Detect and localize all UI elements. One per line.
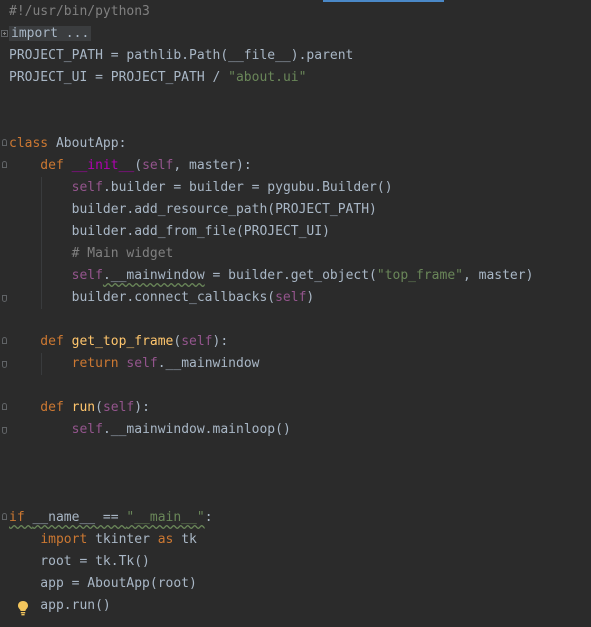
code-line[interactable]: import ... bbox=[9, 23, 92, 45]
code-token: import ... bbox=[9, 26, 92, 41]
code-token: get_top_frame bbox=[71, 334, 174, 349]
code-line[interactable]: def __init__(self, master): bbox=[9, 155, 252, 177]
code-line[interactable]: PROJECT_PATH = pathlib.Path(__file__).pa… bbox=[9, 45, 353, 67]
code-token: , master): bbox=[173, 158, 252, 173]
code-token: #!/usr/bin/python3 bbox=[9, 4, 150, 19]
code-token: def bbox=[9, 158, 72, 173]
code-token: ( bbox=[95, 400, 103, 415]
code-token: self bbox=[102, 400, 135, 415]
lightbulb-icon[interactable] bbox=[17, 600, 29, 616]
code-line[interactable]: def get_top_frame(self): bbox=[9, 331, 228, 353]
code-token: self bbox=[71, 180, 103, 195]
code-editor[interactable]: #!/usr/bin/python3 import ... PROJECT_PATH… bbox=[0, 0, 591, 627]
code-line[interactable]: self.__mainwindow.mainloop() bbox=[9, 419, 291, 441]
code-line[interactable]: root = tk.Tk() bbox=[9, 551, 150, 573]
code-token: return bbox=[71, 356, 127, 371]
code-token: app = AboutApp(root) bbox=[9, 576, 197, 591]
code-line[interactable]: class AboutApp: bbox=[9, 133, 126, 155]
code-token: PROJECT_UI = PROJECT_PATH / bbox=[9, 70, 229, 85]
code-line[interactable]: def run(self): bbox=[9, 397, 150, 419]
fold-marker-icon[interactable] bbox=[2, 139, 7, 146]
code-line[interactable]: if __name__ == "__main__": bbox=[9, 507, 213, 529]
fold-marker-icon[interactable] bbox=[2, 161, 7, 168]
code-token: self bbox=[181, 334, 213, 349]
code-token: self bbox=[71, 422, 103, 437]
fold-marker-icon[interactable] bbox=[2, 295, 7, 302]
fold-marker-icon[interactable] bbox=[2, 337, 7, 344]
code-token: .__mainwindow bbox=[102, 268, 205, 283]
code-token: ): bbox=[212, 334, 229, 349]
code-token: def bbox=[9, 334, 72, 349]
code-token: if bbox=[9, 510, 33, 525]
code-line[interactable]: import tkinter as tk bbox=[9, 529, 197, 551]
code-token: "about.ui" bbox=[228, 70, 307, 85]
code-token: self bbox=[71, 268, 103, 283]
fold-expand-icon[interactable] bbox=[1, 30, 8, 37]
code-token: class bbox=[9, 136, 56, 151]
code-token: import bbox=[40, 532, 96, 547]
code-token: , master) bbox=[462, 268, 534, 283]
code-token: .__mainwindow.mainloop() bbox=[102, 422, 291, 437]
code-line[interactable]: return self.__mainwindow bbox=[9, 353, 260, 375]
code-line[interactable]: # Main widget bbox=[9, 243, 174, 265]
code-token: __name__ == bbox=[32, 510, 127, 525]
code-line[interactable]: self.builder = builder = pygubu.Builder(… bbox=[9, 177, 393, 199]
code-token: def bbox=[9, 400, 72, 415]
code-token: # Main widget bbox=[9, 246, 174, 261]
fold-marker-icon[interactable] bbox=[2, 427, 7, 434]
scroll-position-indicator bbox=[323, 0, 444, 2]
code-token: = builder.get_object( bbox=[204, 268, 377, 283]
code-token: AboutApp: bbox=[55, 136, 127, 151]
fold-marker-icon[interactable] bbox=[2, 513, 7, 520]
code-line[interactable]: app = AboutApp(root) bbox=[9, 573, 197, 595]
fold-marker-icon[interactable] bbox=[2, 361, 7, 368]
code-line[interactable]: PROJECT_UI = PROJECT_PATH / "about.ui" bbox=[9, 67, 306, 89]
code-token: builder.connect_callbacks( bbox=[9, 290, 276, 305]
code-token: self bbox=[275, 290, 307, 305]
code-token: "__main__" bbox=[126, 510, 205, 525]
fold-marker-icon[interactable] bbox=[2, 403, 7, 410]
code-token: self bbox=[126, 356, 158, 371]
code-token: __init__ bbox=[71, 158, 135, 173]
code-token: PROJECT_PATH = pathlib.Path(__file__).pa… bbox=[9, 48, 354, 63]
code-token: run bbox=[71, 400, 96, 415]
code-token: .__mainwindow bbox=[157, 356, 260, 371]
code-token: .builder = builder = pygubu.Builder() bbox=[102, 180, 393, 195]
code-line[interactable]: builder.add_from_file(PROJECT_UI) bbox=[9, 221, 330, 243]
code-token: tk bbox=[181, 532, 197, 547]
code-token: : bbox=[204, 510, 213, 525]
code-token: self bbox=[142, 158, 174, 173]
code-line[interactable]: builder.connect_callbacks(self) bbox=[9, 287, 315, 309]
code-line[interactable]: #!/usr/bin/python3 bbox=[9, 1, 150, 23]
code-token: tkinter bbox=[95, 532, 158, 547]
code-token: builder.add_resource_path(PROJECT_PATH) bbox=[9, 202, 377, 217]
code-line[interactable]: self.__mainwindow = builder.get_object("… bbox=[9, 265, 534, 287]
code-token: builder.add_from_file(PROJECT_UI) bbox=[9, 224, 330, 239]
code-token: ): bbox=[134, 400, 150, 415]
code-token: "top_frame" bbox=[376, 268, 463, 283]
code-token: as bbox=[157, 532, 182, 547]
code-token: ( bbox=[134, 158, 143, 173]
editor-gutter bbox=[0, 0, 9, 627]
code-line[interactable]: builder.add_resource_path(PROJECT_PATH) bbox=[9, 199, 377, 221]
code-token: ) bbox=[306, 290, 315, 305]
code-token: root = tk.Tk() bbox=[9, 554, 150, 569]
